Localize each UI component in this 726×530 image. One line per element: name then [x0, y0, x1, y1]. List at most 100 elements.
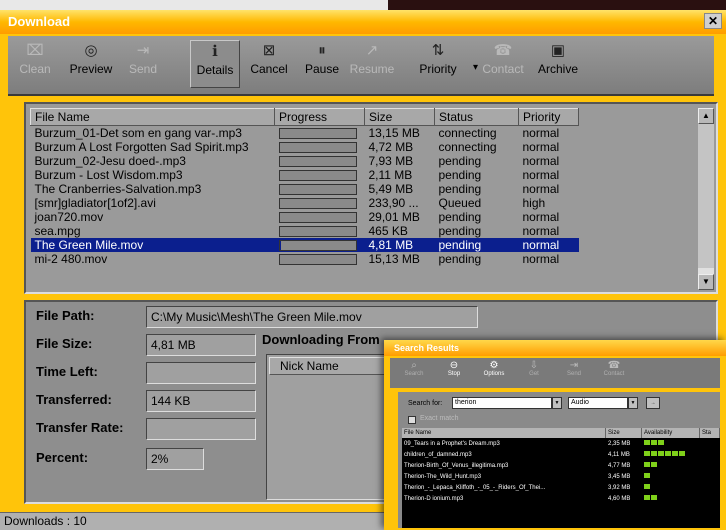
size-cell: 7,93 MB	[368, 154, 414, 168]
exact-match-checkbox[interactable]	[408, 416, 416, 424]
file-type-select[interactable]: Audio	[568, 397, 628, 409]
priority-cell: normal	[518, 238, 579, 252]
progress-bar	[278, 184, 357, 195]
search-go-button[interactable]: →	[646, 397, 660, 409]
search-stop-button[interactable]: ⊖ Stop	[438, 360, 470, 377]
search-stop-label: Stop	[447, 371, 461, 377]
column-header-file-name[interactable]: File Name	[30, 108, 275, 126]
scroll-down-icon[interactable]: ▼	[698, 274, 714, 290]
table-row[interactable]: Burzum_01-Det som en gang var-.mp3 13,15 …	[31, 126, 579, 141]
result-availability	[644, 451, 686, 460]
table-row[interactable]: sea.mpg 465 KB pending normal	[31, 224, 579, 238]
size-cell: 2,11 MB	[368, 168, 413, 182]
result-name[interactable]: Therion-D ionium.mp3	[404, 495, 604, 504]
contact-label: Contact	[482, 62, 524, 76]
availability-icon	[651, 451, 657, 456]
clean-label: Clean	[19, 62, 51, 76]
contact-button[interactable]: ☎ Contact	[478, 40, 528, 88]
column-header-priority[interactable]: Priority	[518, 108, 579, 126]
close-button[interactable]: ✕	[704, 13, 722, 29]
status-cell: pending	[438, 210, 482, 224]
search-send-button[interactable]: ⇥ Send	[558, 360, 590, 377]
table-row[interactable]: [smr]gladiator[1of2].avi 233,90 ... Queued…	[31, 196, 579, 210]
details-label: Details	[196, 63, 234, 77]
availability-icon	[658, 451, 664, 456]
search-get-label: Get	[529, 371, 539, 377]
result-size: 2,35 MB	[608, 441, 631, 447]
availability-icon	[644, 495, 650, 500]
search-search-button[interactable]: ⌕ Search	[398, 360, 430, 377]
search-contact-button[interactable]: ☎ Contact	[598, 360, 630, 377]
search-results-table: File Name Size Availability Sta 09_Tears in …	[402, 428, 720, 528]
file-name-cell: [smr]gladiator[1of2].avi	[34, 196, 156, 210]
scroll-up-icon[interactable]: ▲	[698, 108, 714, 124]
search-panel: Search for: therion ▼ Audio ▼ → Exact ma…	[398, 392, 720, 528]
column-header-size[interactable]: Size	[364, 108, 435, 126]
table-row[interactable]: The Cranberries-Salvation.mp3 5,49 MB pend…	[31, 182, 579, 196]
nick-name-column-header[interactable]: Nick Name	[269, 357, 399, 375]
window-title: Download	[8, 14, 71, 29]
resume-button[interactable]: ↗ Resume	[344, 40, 400, 88]
time-left-label: Time Left:	[36, 364, 98, 379]
clean-button[interactable]: ⌧ Clean	[14, 40, 56, 88]
result-column-header[interactable]: Size	[606, 428, 642, 438]
table-row[interactable]: The Green Mile.mov 4,81 MB pending normal	[30, 238, 579, 252]
cancel-icon: ⊠	[262, 42, 276, 59]
cancel-button[interactable]: ⊠ Cancel	[246, 40, 292, 88]
preview-label: Preview	[69, 62, 113, 76]
result-column-header[interactable]: File Name	[402, 428, 606, 438]
search-input[interactable]: therion	[452, 397, 552, 409]
title-bar: Download	[0, 10, 726, 34]
send-button[interactable]: ⇥ Send	[122, 40, 164, 88]
result-availability	[644, 473, 651, 482]
resume-label: Resume	[349, 62, 395, 76]
table-row[interactable]: mi-2 480.mov 15,13 MB pending normal	[31, 252, 579, 266]
file-name-cell: The Cranberries-Salvation.mp3	[34, 182, 202, 196]
priority-cell: normal	[522, 154, 560, 168]
result-column-header[interactable]: Sta	[700, 428, 720, 438]
result-name[interactable]: Therion-The_Wild_Hunt.mp3	[404, 473, 604, 482]
size-cell: 5,49 MB	[368, 182, 414, 196]
priority-button[interactable]: ⇅ Priority ▾	[408, 40, 478, 88]
table-row[interactable]: joan720.mov 29,01 MB pending normal	[31, 210, 579, 224]
search-options-button[interactable]: ⚙ Options	[478, 360, 510, 377]
progress-cell	[275, 224, 365, 238]
availability-icon	[644, 440, 650, 445]
progress-cell	[275, 168, 365, 182]
priority-cell: normal	[522, 140, 560, 154]
table-row[interactable]: Burzum A Lost Forgotten Sad Spirit.mp3 4,…	[31, 140, 579, 154]
progress-bar	[278, 240, 357, 251]
progress-bar	[278, 226, 357, 237]
size-cell: 4,81 MB	[364, 238, 435, 252]
progress-cell	[275, 182, 365, 196]
file-type-dropdown-icon[interactable]: ▼	[628, 397, 638, 409]
file-name-cell: Burzum_01-Det som en gang var-.mp3	[34, 126, 242, 140]
result-name[interactable]: Therion_-_Lepaca_Kliffoth_-_05_-_Riders_…	[404, 484, 604, 493]
table-row[interactable]: Burzum_02-Jesu doed-.mp3 7,93 MB pending no…	[31, 154, 579, 168]
priority-label: Priority	[419, 62, 457, 76]
size-cell: 465 KB	[368, 224, 408, 238]
details-button[interactable]: ℹ Details	[190, 40, 240, 88]
result-size: 4,60 MB	[608, 496, 631, 502]
result-size: 4,77 MB	[608, 463, 631, 469]
column-header-progress[interactable]: Progress	[274, 108, 365, 126]
vertical-scrollbar[interactable]: ▲ ▼	[698, 108, 714, 290]
transferred-label: Transferred:	[36, 392, 112, 407]
search-history-dropdown-icon[interactable]: ▼	[552, 397, 562, 409]
file-size-field: 4,81 MB	[146, 334, 256, 356]
size-cell: 15,13 MB	[368, 252, 420, 266]
preview-button[interactable]: ◎ Preview	[66, 40, 116, 88]
table-row[interactable]: Burzum - Lost Wisdom.mp3 2,11 MB pending no…	[31, 168, 579, 182]
pause-label: Pause	[304, 62, 340, 76]
archive-button[interactable]: ▣ Archive	[530, 40, 586, 88]
result-name[interactable]: 09_Tears in a Prophet's Dream.mp3	[404, 440, 604, 449]
column-header-status[interactable]: Status	[434, 108, 519, 126]
search-get-button[interactable]: ⇩ Get	[518, 360, 550, 377]
result-name[interactable]: Therion-Birth_Of_Venus_illegitima.mp3	[404, 462, 604, 471]
resume-icon: ↗	[365, 42, 379, 59]
pause-button[interactable]: ⏸ Pause	[300, 40, 344, 88]
result-name[interactable]: children_of_damned.mp3	[404, 451, 604, 460]
result-column-header[interactable]: Availability	[642, 428, 700, 438]
clean-icon: ⌧	[26, 42, 44, 59]
availability-icon	[651, 440, 657, 445]
